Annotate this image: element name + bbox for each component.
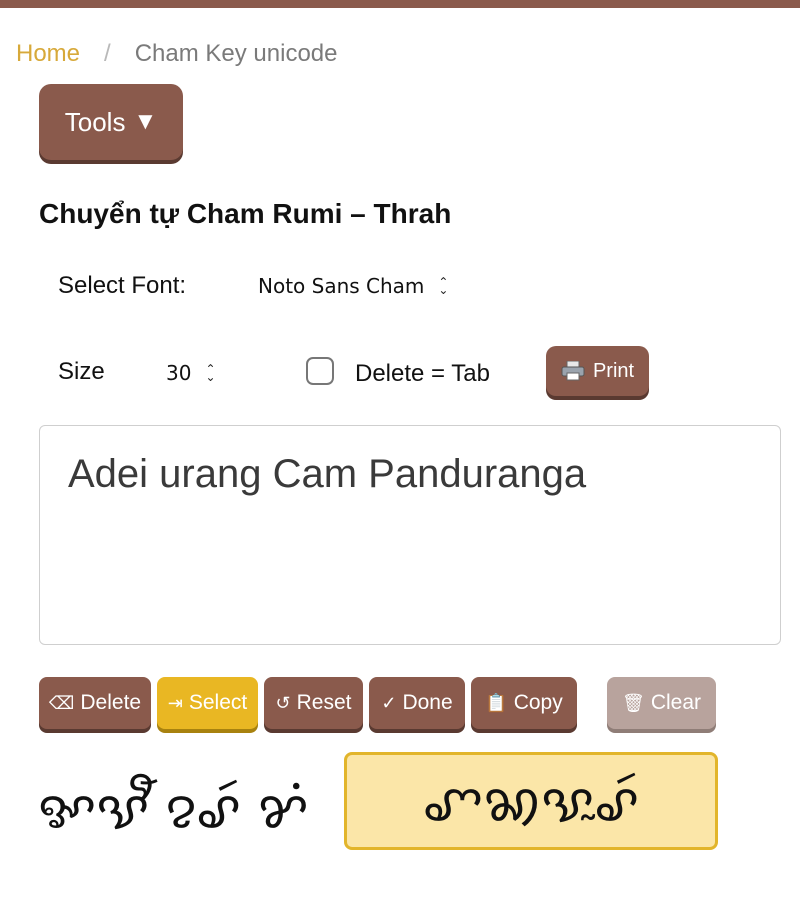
select-button-label: Select <box>188 691 248 714</box>
size-select-value: 30 <box>166 361 192 385</box>
dropdown-arrow-icon: ▼ <box>133 108 158 135</box>
font-select-label: Select Font: <box>58 272 187 299</box>
backspace-icon: ⌫ <box>48 692 75 713</box>
done-button-label: Done <box>402 691 453 714</box>
top-bar <box>0 0 800 8</box>
clipboard-icon: 📋 <box>485 692 508 713</box>
cham-output-text: ꨀꨕꨬ ꨂꨣꩃ ꨌꩌ <box>38 780 309 840</box>
updown-chevron-icon: ⌃ ⌄ <box>205 362 216 384</box>
cham-selected-word[interactable]: ꨚꩆꨕꨭꨣꩃ <box>344 752 718 850</box>
delete-button-label: Delete <box>80 691 142 714</box>
reset-icon: ↺ <box>275 692 291 713</box>
clear-button[interactable]: 🗑 Clear <box>607 677 716 729</box>
copy-button-label: Copy <box>513 691 563 714</box>
font-select[interactable]: Noto Sans Cham ⌃ ⌄ <box>258 274 448 298</box>
tools-label: Tools <box>64 106 126 137</box>
copy-button[interactable]: 📋 Copy <box>471 677 577 729</box>
breadcrumb-current: Cham Key unicode <box>134 40 338 67</box>
breadcrumb: Home / Cham Key unicode <box>16 40 337 68</box>
reset-button[interactable]: ↺ Reset <box>264 677 363 729</box>
print-label: Print <box>592 359 635 382</box>
size-select[interactable]: 30 ⌃ ⌄ <box>166 361 216 385</box>
breadcrumb-home-link[interactable]: Home <box>16 40 80 68</box>
font-select-value: Noto Sans Cham <box>258 274 425 298</box>
clear-button-label: Clear <box>650 691 702 714</box>
reset-button-label: Reset <box>296 691 352 714</box>
delete-tab-checkbox[interactable] <box>306 357 334 385</box>
print-button[interactable]: Print <box>546 346 649 396</box>
delete-button[interactable]: ⌫ Delete <box>39 677 151 729</box>
input-textarea[interactable]: Adei urang Cam Panduranga <box>39 425 781 645</box>
trash-icon: 🗑 <box>621 692 645 713</box>
page-title: Chuyển tự Cham Rumi – Thrah <box>39 198 452 229</box>
breadcrumb-separator: / <box>104 40 111 67</box>
done-button[interactable]: ✓ Done <box>369 677 465 729</box>
size-select-label: Size <box>58 358 105 385</box>
tools-button[interactable]: Tools ▼ <box>39 84 183 160</box>
updown-chevron-icon: ⌃ ⌄ <box>438 275 449 297</box>
delete-tab-label: Delete = Tab <box>355 360 490 387</box>
checkmark-icon: ✓ <box>381 692 397 713</box>
printer-icon <box>561 360 585 381</box>
tab-arrow-icon: ⇥ <box>167 692 183 713</box>
select-button[interactable]: ⇥ Select <box>157 677 258 729</box>
